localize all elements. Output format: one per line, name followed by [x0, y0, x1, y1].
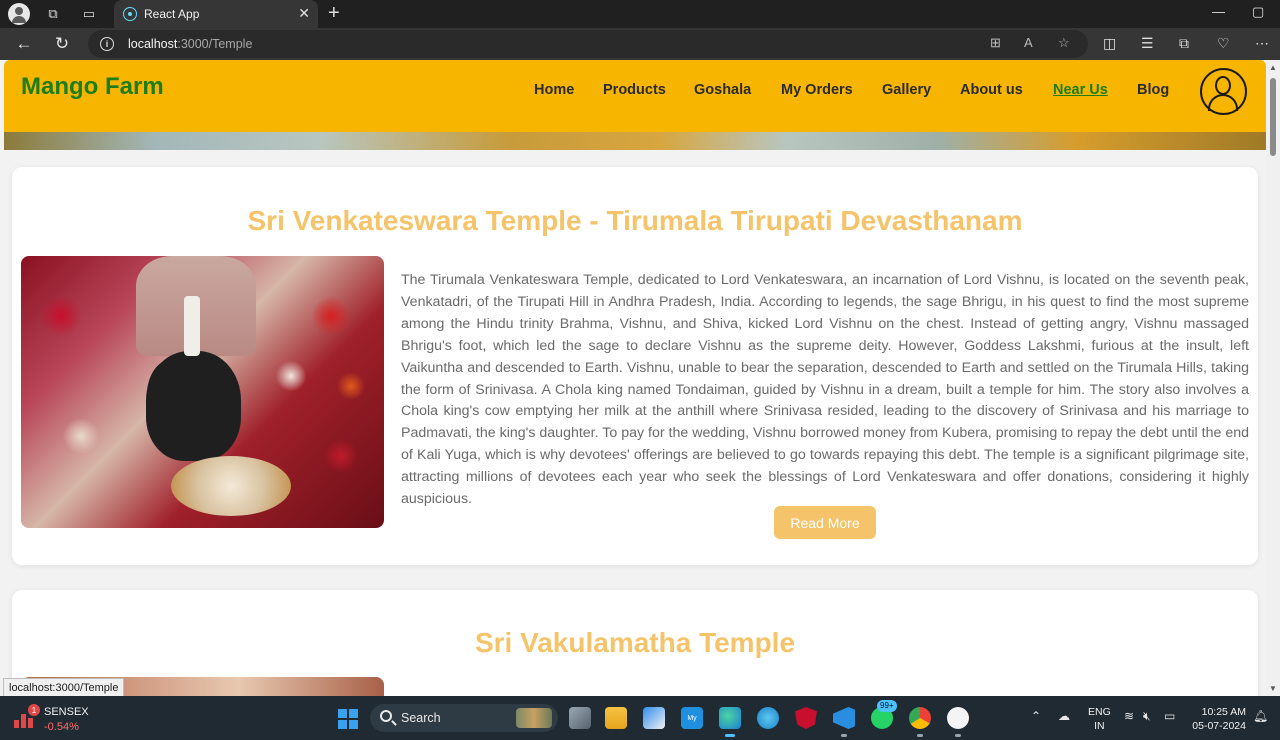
mongodb-icon[interactable] — [947, 707, 969, 729]
favorite-star-icon[interactable]: ☆ — [1058, 35, 1070, 51]
address-bar[interactable]: i localhost:3000/Temple ⊞ A ☆ — [88, 30, 1088, 58]
mango-banner-image — [4, 132, 1266, 150]
split-screen-icon[interactable]: ◫ — [1103, 35, 1116, 52]
back-icon[interactable]: ← — [13, 34, 35, 54]
nav-home[interactable]: Home — [534, 82, 574, 98]
read-aloud-icon[interactable]: A — [1024, 35, 1033, 50]
nav-gallery[interactable]: Gallery — [882, 82, 931, 98]
read-more-button[interactable]: Read More — [774, 506, 876, 539]
page-scrollbar[interactable]: ▲ ▼ — [1266, 60, 1280, 696]
vscode-icon[interactable] — [833, 707, 855, 729]
url-text[interactable]: localhost:3000/Temple — [128, 37, 252, 51]
favorites-icon[interactable]: ☰ — [1141, 35, 1154, 52]
temple-card: Sri Venkateswara Temple - Tirumala Tirup… — [12, 167, 1258, 565]
temple-card: Sri Vakulamatha Temple — [12, 590, 1258, 696]
user-profile-icon[interactable] — [1200, 68, 1247, 115]
app-available-icon[interactable]: ⊞ — [990, 35, 1001, 51]
system-clock[interactable]: 10:25 AM 05-07-2024 — [1190, 705, 1246, 733]
taskbar-search[interactable]: Search — [370, 704, 558, 732]
edge-icon[interactable] — [719, 707, 741, 729]
whatsapp-badge: 99+ — [877, 700, 897, 712]
windows-taskbar: 1 SENSEX -0.54% Search My 99+ ⌃ ☁ ENG IN… — [0, 696, 1280, 740]
ticker-value[interactable]: -0.54% — [44, 721, 79, 733]
nav-goshala[interactable]: Goshala — [694, 82, 751, 98]
wifi-icon[interactable]: ≋ — [1124, 709, 1134, 723]
windows-start-icon[interactable] — [338, 709, 358, 729]
temple-title: Sri Vakulamatha Temple — [474, 627, 796, 658]
site-header: Mango Farm Home Products Goshala My Orde… — [4, 60, 1266, 132]
notification-badge: 1 — [28, 704, 40, 716]
new-tab-icon[interactable]: + — [328, 3, 340, 23]
temple-image — [21, 256, 384, 528]
link-status-bar: localhost:3000/Temple — [3, 678, 125, 696]
help-icon[interactable] — [757, 707, 779, 729]
search-icon — [380, 710, 392, 722]
browser-tab-bar: ⧉ ▭ React App ✕ + — ▢ — [0, 0, 1280, 28]
chrome-icon[interactable] — [909, 707, 931, 729]
temple-title: Sri Venkateswara Temple - Tirumala Tirup… — [247, 205, 1023, 236]
search-label: Search — [401, 711, 441, 725]
mysql-icon[interactable]: My — [681, 707, 703, 729]
tab-title: React App — [144, 7, 200, 21]
address-toolbar: ← ↻ i localhost:3000/Temple ⊞ A ☆ — [0, 28, 1280, 60]
onedrive-icon[interactable]: ☁ — [1058, 709, 1070, 723]
maximize-icon[interactable]: ▢ — [1252, 4, 1264, 20]
mcafee-icon[interactable] — [795, 707, 817, 729]
browser-essentials-icon[interactable]: ♡ — [1217, 35, 1230, 52]
notifications-bell-icon[interactable]: 🔔︎ — [1253, 709, 1268, 723]
language-indicator[interactable]: ENG IN — [1088, 705, 1111, 733]
search-highlight-icon — [516, 708, 552, 728]
brand-logo[interactable]: Mango Farm — [21, 73, 164, 101]
nav-products[interactable]: Products — [603, 82, 666, 98]
workspaces-icon[interactable]: ⧉ — [42, 4, 64, 24]
info-icon[interactable]: i — [100, 37, 114, 51]
nav-blog[interactable]: Blog — [1137, 82, 1169, 98]
show-hidden-icons-icon[interactable]: ⌃ — [1031, 709, 1041, 723]
nav-my-orders[interactable]: My Orders — [781, 82, 853, 98]
temple-description: The Tirumala Venkateswara Temple, dedica… — [401, 272, 1249, 508]
scroll-thumb[interactable] — [1270, 78, 1276, 156]
tab-actions-icon[interactable]: ▭ — [78, 4, 100, 24]
refresh-icon[interactable]: ↻ — [51, 34, 73, 54]
minimize-icon[interactable]: — — [1212, 4, 1225, 19]
scroll-up-icon[interactable]: ▲ — [1269, 63, 1277, 72]
microsoft-store-icon[interactable] — [643, 707, 665, 729]
page-viewport: Mango Farm Home Products Goshala My Orde… — [0, 60, 1280, 696]
nav-near-us[interactable]: Near Us — [1053, 82, 1108, 98]
volume-muted-icon[interactable]: 🔇︎ — [1143, 709, 1151, 724]
nav-about-us[interactable]: About us — [960, 82, 1023, 98]
battery-icon[interactable]: ▭ — [1164, 709, 1175, 723]
close-tab-icon[interactable]: ✕ — [298, 5, 310, 22]
task-view-icon[interactable] — [569, 707, 591, 729]
react-icon — [123, 7, 137, 21]
scroll-down-icon[interactable]: ▼ — [1269, 684, 1277, 693]
more-menu-icon[interactable]: ⋯ — [1255, 35, 1269, 52]
profile-icon[interactable] — [8, 3, 30, 25]
ticker-name[interactable]: SENSEX — [44, 706, 89, 718]
file-explorer-icon[interactable] — [605, 707, 627, 729]
collections-icon[interactable]: ⧉ — [1179, 35, 1189, 52]
browser-tab[interactable]: React App ✕ — [114, 0, 318, 28]
